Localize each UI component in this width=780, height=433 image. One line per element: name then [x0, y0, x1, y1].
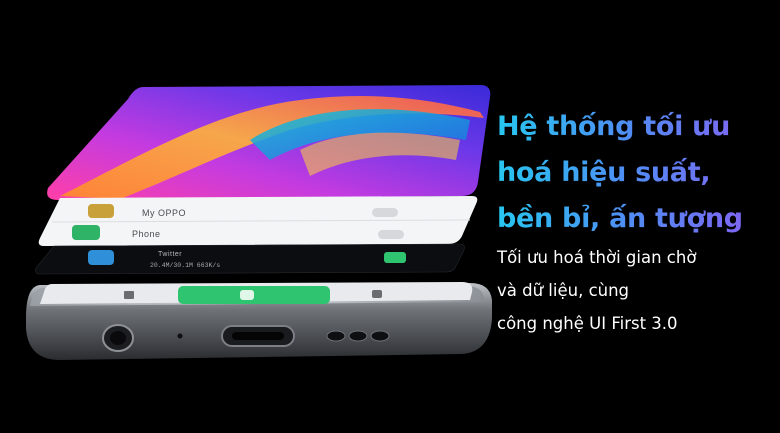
headline-line-2: hoá hiệu suất,	[497, 157, 711, 188]
twitter-stats: 20.4M/30.1M 663K/s	[150, 262, 220, 269]
description-line-1: Tối ưu hoá thời gian chờ	[497, 248, 697, 267]
phone-icon	[72, 225, 100, 240]
description-line-3: công nghệ UI First 3.0	[497, 314, 678, 333]
speaker-grille	[326, 330, 390, 342]
microphone-hole	[177, 333, 183, 339]
twitter-action-button[interactable]	[384, 252, 406, 263]
headline-line-3: bền bỉ, ấn tượng	[497, 203, 743, 234]
headline-line-1: Hệ thống tối ưu	[497, 111, 730, 142]
app-name-myoppo: My OPPO	[142, 208, 186, 218]
heart-icon	[88, 204, 114, 218]
app-name-phone: Phone	[132, 229, 161, 239]
headline: Hệ thống tối ưu hoá hiệu suất, bền bỉ, ấ…	[497, 104, 777, 242]
more-icon	[372, 290, 382, 298]
wallpaper-layer	[47, 85, 491, 200]
description-line-2: và dữ liệu, cùng	[497, 281, 630, 300]
app-list-layer: My OPPO Phone	[38, 196, 478, 246]
app-name-twitter: Twitter	[158, 251, 182, 258]
keypad-icon	[124, 291, 134, 299]
handset-icon	[240, 290, 254, 300]
bird-icon	[88, 250, 114, 265]
twitter-row[interactable]: Twitter 20.4M/30.1M 663K/s	[35, 243, 465, 275]
toggle-myoppo[interactable]	[372, 208, 398, 217]
phone-body	[26, 282, 492, 360]
description: Tối ưu hoá thời gian chờ và dữ liệu, cùn…	[497, 241, 777, 340]
toggle-phone[interactable]	[378, 230, 404, 239]
